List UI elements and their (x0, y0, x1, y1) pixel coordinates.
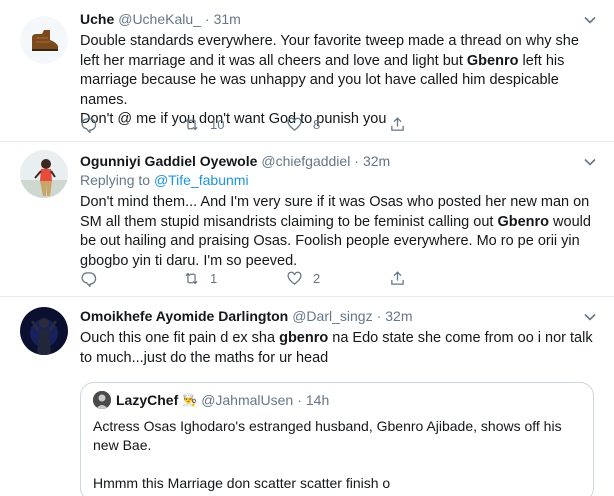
heart-icon (287, 117, 302, 131)
person-avatar-image (93, 391, 111, 409)
replying-to: Replying to @Tife_fabunmi (80, 171, 598, 190)
retweet-count: 1 (210, 271, 218, 286)
separator-dot: · (297, 392, 302, 408)
avatar[interactable] (20, 307, 68, 355)
highlighted-keyword: Gbenro (497, 213, 550, 230)
user-handle[interactable]: @chiefgaddiel (261, 152, 350, 171)
quoted-tweet-text: Actress Osas Ighodaro's estranged husban… (93, 417, 581, 493)
text-segment: Ouch this one fit pain d ex sha (80, 330, 280, 346)
display-name[interactable]: Uche (80, 10, 114, 29)
separator-dot: · (376, 308, 382, 324)
quoted-tweet[interactable]: LazyChef 👨‍🍳 @JahmalUsen · 14h Actress O… (80, 382, 594, 496)
timestamp[interactable]: 31m (214, 10, 241, 29)
chevron-down-icon[interactable] (584, 14, 596, 26)
retweet-button[interactable]: 1 (183, 270, 286, 287)
share-icon (391, 117, 404, 131)
reply-button[interactable] (80, 270, 183, 287)
like-count: 2 (313, 271, 321, 286)
quoted-user-handle: @JahmalUsen (201, 392, 294, 408)
boot-avatar-image (20, 16, 68, 64)
tweet-text: Double standards everywhere. Your favori… (80, 32, 598, 130)
reply-icon (81, 118, 97, 133)
share-icon (391, 271, 404, 285)
quoted-timestamp: 14h (305, 392, 330, 408)
tweet[interactable]: Omoikhefe Ayomide Darlington @Darl_singz… (0, 297, 614, 496)
retweet-button[interactable]: 10 (183, 116, 286, 133)
action-bar: 10 8 (80, 116, 598, 133)
quoted-tweet-header: LazyChef 👨‍🍳 @JahmalUsen · 14h (93, 391, 581, 409)
reply-icon (81, 272, 97, 287)
user-handle[interactable]: @UcheKalu_ (118, 10, 201, 29)
retweet-icon (185, 272, 198, 285)
action-bar: 1 2 (80, 270, 598, 287)
retweet-count: 10 (210, 117, 225, 132)
avatar[interactable] (20, 150, 68, 198)
heart-icon (287, 271, 302, 285)
timeline: Uche @UcheKalu_ · 31m Double standards e… (0, 0, 614, 496)
replying-to-label: Replying to (80, 172, 154, 188)
share-button[interactable] (389, 116, 492, 133)
tweet[interactable]: Uche @UcheKalu_ · 31m Double standards e… (0, 0, 614, 142)
chevron-down-icon[interactable] (584, 311, 596, 323)
display-name[interactable]: Omoikhefe Ayomide Darlington (80, 307, 288, 326)
tweet-header: Uche @UcheKalu_ · 31m (80, 10, 598, 29)
tweet-text: Don't mind them... And I'm very sure if … (80, 193, 598, 271)
person-avatar-image (20, 150, 68, 198)
separator-dot: · (204, 11, 210, 27)
like-count: 8 (313, 117, 321, 132)
highlighted-keyword: gbenro (279, 330, 329, 346)
display-name[interactable]: Ogunniyi Gaddiel Oyewole (80, 152, 257, 171)
separator-dot: · (354, 153, 359, 169)
reply-button[interactable] (80, 116, 183, 133)
quoted-avatar (93, 391, 111, 409)
like-button[interactable]: 8 (286, 116, 389, 133)
avatar[interactable] (20, 16, 68, 64)
quoted-text-line: Hmmm this Marriage don scatter scatter f… (93, 475, 391, 491)
highlighted-keyword: Gbenro (466, 52, 519, 69)
chevron-down-icon[interactable] (584, 156, 596, 168)
tweet-header: Omoikhefe Ayomide Darlington @Darl_singz… (80, 307, 598, 326)
person-avatar-image (20, 307, 68, 355)
tweet-header: Ogunniyi Gaddiel Oyewole @chiefgaddiel ·… (80, 152, 598, 171)
retweet-icon (185, 118, 198, 131)
like-button[interactable]: 2 (286, 270, 389, 287)
timestamp[interactable]: 32m (363, 152, 390, 171)
user-handle[interactable]: @Darl_singz (292, 307, 372, 326)
share-button[interactable] (389, 270, 492, 287)
tweet-text: Ouch this one fit pain d ex sha gbenro n… (80, 329, 598, 368)
quoted-text-line: Actress Osas Ighodaro's estranged husban… (93, 418, 562, 453)
tweet[interactable]: Ogunniyi Gaddiel Oyewole @chiefgaddiel ·… (0, 142, 614, 297)
quoted-display-name: LazyChef (116, 392, 179, 408)
replying-to-link[interactable]: @Tife_fabunmi (154, 172, 249, 188)
chef-emoji-icon: 👨‍🍳 (182, 393, 198, 407)
timestamp[interactable]: 32m (385, 307, 412, 326)
